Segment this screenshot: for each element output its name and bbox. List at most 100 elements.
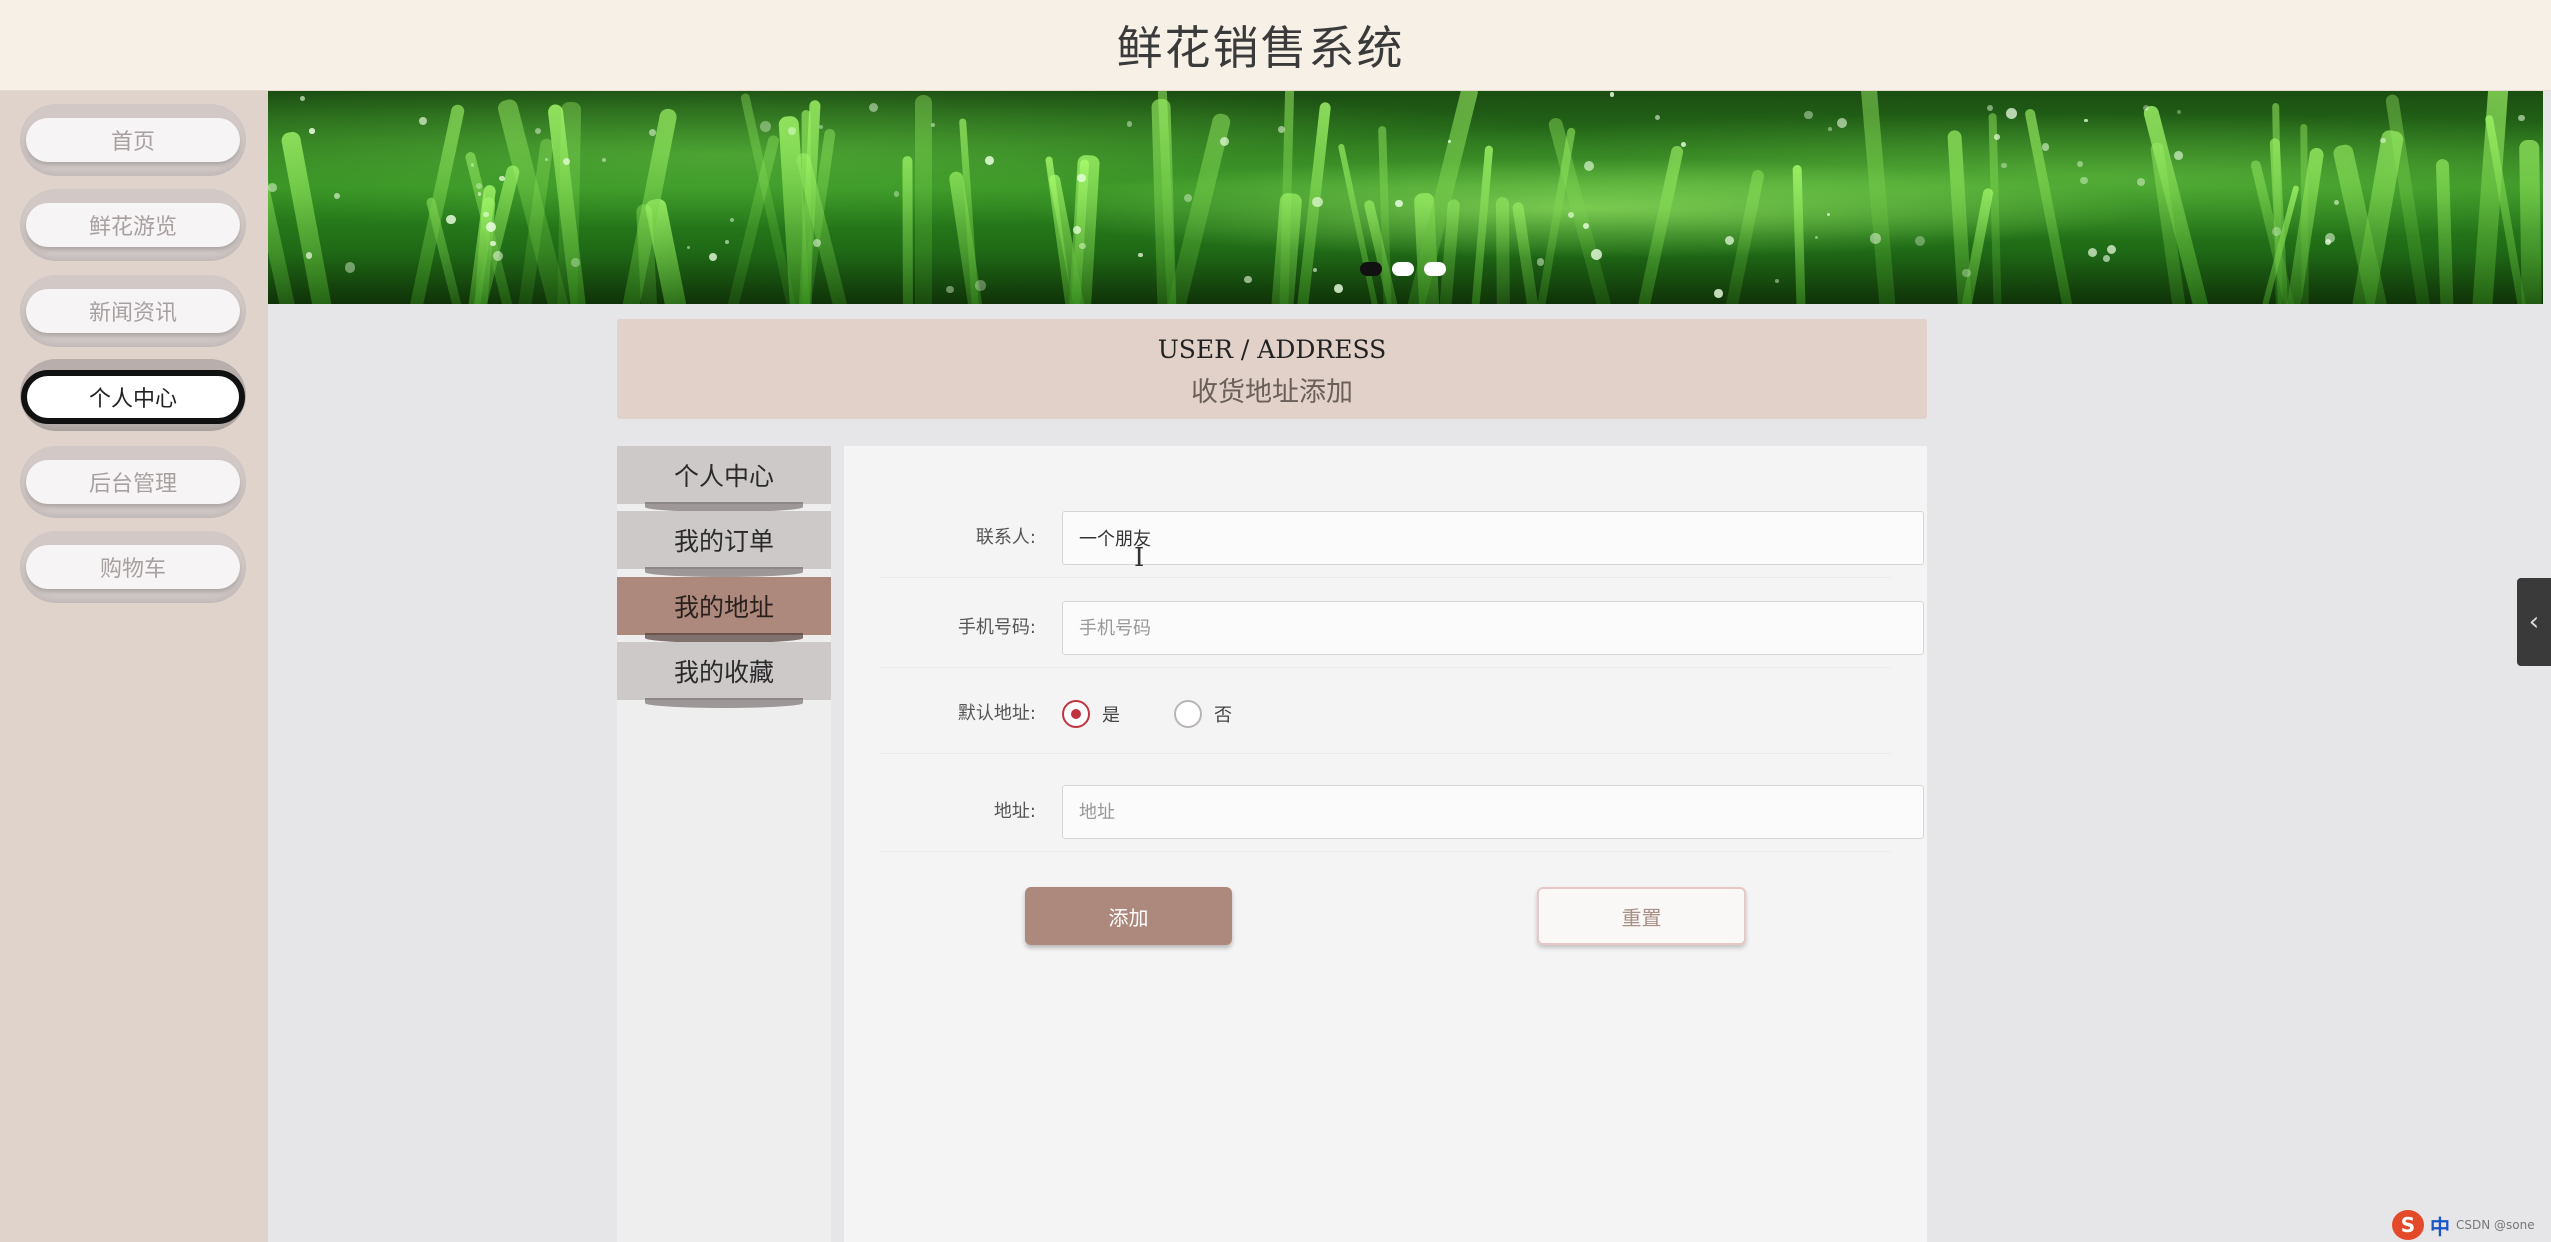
- water-droplet: [812, 239, 821, 248]
- grass-blade: [1946, 130, 1974, 304]
- address-form: 联系人: 手机号码: 默认地址: 是 否 地址: 添加 重置: [844, 446, 1927, 1242]
- default-yes-radio[interactable]: [1062, 700, 1090, 728]
- grass-blade: [1792, 164, 1806, 304]
- form-row-address: 地址:: [880, 772, 1924, 852]
- sidebar-item-label: 个人中心: [21, 370, 245, 424]
- menu-item-my-orders[interactable]: 我的订单: [617, 511, 831, 577]
- water-droplet: [2106, 244, 2117, 255]
- sidebar-item-admin[interactable]: 后台管理: [20, 446, 246, 518]
- text-cursor-icon: I: [1134, 543, 1145, 573]
- water-droplet: [2087, 247, 2097, 257]
- form-row-contact: 联系人:: [880, 498, 1924, 578]
- grass-blade: [2518, 139, 2542, 304]
- chevron-left-icon: ‹: [2528, 607, 2540, 637]
- water-droplet: [446, 214, 456, 225]
- sidebar-item-label: 新闻资讯: [26, 289, 240, 333]
- section-header: USER / ADDRESS 收货地址添加: [617, 319, 1927, 419]
- grass-blade: [915, 94, 932, 304]
- sidebar-item-flower-browse[interactable]: 鲜花游览: [20, 189, 246, 261]
- water-droplet: [975, 280, 986, 291]
- water-droplet: [563, 157, 571, 165]
- default-address-radio-group: 是 否: [1062, 674, 1274, 754]
- carousel-dot[interactable]: [1392, 262, 1414, 276]
- water-droplet: [1077, 173, 1086, 183]
- reset-button[interactable]: 重置: [1537, 887, 1746, 945]
- water-droplet: [893, 191, 900, 197]
- grass-blade: [1634, 145, 1685, 304]
- water-droplet: [1313, 268, 1318, 273]
- water-droplet: [946, 285, 954, 294]
- water-droplet: [2174, 150, 2183, 160]
- water-droplet: [1447, 139, 1451, 143]
- add-button[interactable]: 添加: [1025, 887, 1232, 945]
- water-droplet: [1724, 236, 1735, 246]
- water-droplet: [1775, 279, 1779, 284]
- water-droplet: [2137, 177, 2146, 186]
- water-droplet: [571, 258, 580, 267]
- water-droplet: [1826, 212, 1830, 217]
- water-droplet: [1714, 289, 1723, 298]
- sidebar: 首页 鲜花游览 新闻资讯 个人中心 后台管理 购物车: [0, 91, 268, 1242]
- water-droplet: [1681, 141, 1687, 147]
- water-droplet: [930, 122, 935, 128]
- carousel-dot[interactable]: [1360, 262, 1382, 276]
- top-bar: 鲜花销售系统: [0, 0, 2551, 91]
- water-droplet: [1126, 121, 1133, 128]
- sidebar-item-personal-center[interactable]: 个人中心: [20, 359, 246, 431]
- grass-blade: [1469, 145, 1493, 304]
- contact-input[interactable]: [1062, 511, 1924, 565]
- water-droplet: [760, 120, 771, 132]
- water-droplet: [2077, 160, 2084, 168]
- grass-blade: [902, 155, 913, 304]
- system-tray: S 中 CSDN @sone: [2392, 1208, 2551, 1242]
- water-droplet: [1220, 137, 1230, 147]
- phone-input[interactable]: [1062, 601, 1924, 655]
- water-droplet: [2102, 255, 2110, 263]
- tray-watermark: CSDN @sone: [2456, 1218, 2535, 1232]
- sidebar-item-cart[interactable]: 购物车: [20, 531, 246, 603]
- menu-item-my-favorites[interactable]: 我的收藏: [617, 642, 831, 708]
- water-droplet: [1334, 284, 1344, 294]
- menu-item-personal-center[interactable]: 个人中心: [617, 446, 831, 512]
- water-droplet: [1312, 196, 1323, 208]
- water-droplet: [492, 250, 504, 262]
- water-droplet: [708, 252, 718, 262]
- menu-item-my-address[interactable]: 我的地址: [617, 577, 831, 643]
- water-droplet: [1654, 115, 1660, 121]
- water-droplet: [730, 218, 735, 223]
- sidebar-item-label: 鲜花游览: [26, 203, 240, 247]
- water-droplet: [475, 182, 482, 189]
- sidebar-item-label: 购物车: [26, 545, 240, 589]
- water-droplet: [1828, 127, 1832, 131]
- grass-blade: [2023, 107, 2076, 304]
- grass-blade: [1511, 201, 1541, 304]
- sidebar-item-home[interactable]: 首页: [20, 104, 246, 176]
- sidebar-item-news[interactable]: 新闻资讯: [20, 275, 246, 347]
- water-droplet: [2272, 227, 2281, 237]
- ime-mode-indicator[interactable]: 中: [2430, 1211, 2450, 1240]
- water-droplet: [333, 192, 341, 200]
- grass-blade: [1859, 91, 1897, 304]
- water-droplet: [1815, 235, 1819, 240]
- grass-blade: [2435, 158, 2455, 304]
- water-droplet: [818, 125, 823, 130]
- water-droplet: [868, 102, 879, 113]
- address-input[interactable]: [1062, 785, 1924, 839]
- water-droplet: [268, 183, 277, 193]
- water-droplet: [2001, 162, 2007, 169]
- side-panel-toggle[interactable]: ‹: [2517, 578, 2551, 666]
- water-droplet: [1870, 233, 1881, 244]
- ime-logo-icon[interactable]: S: [2392, 1210, 2424, 1240]
- default-no-radio[interactable]: [1174, 700, 1202, 728]
- water-droplet: [1584, 160, 1595, 171]
- grass-blade: [1988, 112, 2003, 304]
- water-droplet: [1395, 200, 1403, 208]
- water-droplet: [1986, 104, 1993, 111]
- water-droplet: [601, 158, 606, 163]
- default-address-label: 默认地址:: [957, 703, 1036, 724]
- water-droplet: [2325, 238, 2332, 245]
- water-droplet: [2518, 114, 2525, 122]
- carousel-dot[interactable]: [1424, 262, 1446, 276]
- user-side-menu: 个人中心 我的订单 我的地址 我的收藏: [617, 446, 831, 1242]
- water-droplet: [2083, 118, 2088, 123]
